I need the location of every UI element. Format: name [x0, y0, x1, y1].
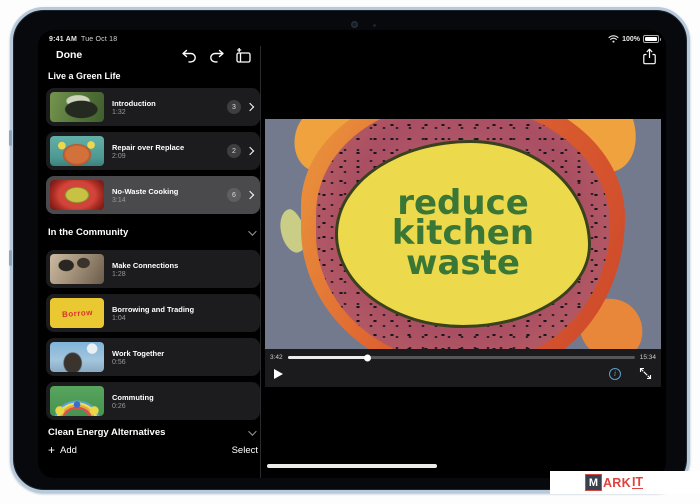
video-meta: Introduction 1:32: [112, 99, 156, 116]
watermark-text-underlined: IT: [632, 476, 643, 490]
overlay-text-line: waste: [406, 249, 520, 279]
video-title: Make Connections: [112, 261, 178, 270]
clip-count-badge: 3: [227, 100, 241, 114]
video-meta: Repair over Replace 2:09: [112, 143, 184, 160]
share-icon[interactable]: [642, 48, 657, 65]
video-duration: 0:26: [112, 403, 154, 410]
section-label: In the Community: [48, 227, 128, 238]
video-title: Work Together: [112, 349, 164, 358]
section-header-in-the-community[interactable]: In the Community: [48, 227, 258, 238]
playback-controls: 3:42 15:34 i: [265, 349, 661, 387]
chevron-down-icon: [248, 227, 256, 235]
video-duration: 2:09: [112, 153, 184, 160]
info-icon[interactable]: i: [609, 368, 621, 380]
video-duration: 1:32: [112, 109, 156, 116]
video-row-introduction[interactable]: Introduction 1:32 3: [46, 88, 260, 126]
playlist-title: Live a Green Life: [48, 71, 121, 81]
sidebar-footer: + Add Select: [48, 445, 258, 456]
clip-count-badge: 2: [227, 144, 241, 158]
button-row: i: [270, 367, 656, 380]
video-frame[interactable]: reduce kitchen waste: [265, 119, 661, 349]
video-meta: No-Waste Cooking 3:14: [112, 187, 178, 204]
watermark: M ARK IT: [550, 471, 700, 494]
add-button-label: Add: [60, 445, 77, 456]
volume-button: [9, 130, 12, 146]
front-camera: [351, 21, 358, 28]
redo-icon[interactable]: [208, 48, 226, 64]
video-title: No-Waste Cooking: [112, 187, 178, 196]
video-row-no-waste-cooking[interactable]: No-Waste Cooking 3:14 6: [46, 176, 260, 214]
play-button[interactable]: [274, 369, 283, 379]
add-button[interactable]: + Add: [48, 445, 77, 456]
total-time: 15:34: [640, 354, 656, 361]
progress-played: [288, 356, 368, 359]
section-header-clean-energy-alternatives[interactable]: Clean Energy Alternatives: [48, 427, 258, 438]
video-row-make-connections[interactable]: Make Connections 1:28: [46, 250, 260, 288]
home-indicator[interactable]: [267, 464, 437, 469]
video-thumbnail: [50, 254, 104, 284]
title-card-blob: reduce kitchen waste: [335, 140, 591, 328]
video-meta: Work Together 0:56: [112, 349, 164, 366]
video-duration: 1:28: [112, 271, 178, 278]
video-row-repair-over-replace[interactable]: Repair over Replace 2:09 2: [46, 132, 260, 170]
sidebar: Done Live a Green Life: [46, 30, 260, 478]
video-duration: 1:04: [112, 315, 194, 322]
main-panel: reduce kitchen waste 3:42: [260, 30, 666, 478]
volume-button: [9, 250, 12, 266]
section-label: Clean Energy Alternatives: [48, 427, 165, 438]
right-controls: i: [609, 367, 652, 380]
video-meta: Make Connections 1:28: [112, 261, 178, 278]
add-clip-icon[interactable]: [234, 48, 252, 64]
done-button[interactable]: Done: [56, 49, 82, 61]
fullscreen-icon[interactable]: [639, 367, 652, 380]
video-title: Introduction: [112, 99, 156, 108]
chevron-right-icon: [246, 103, 254, 111]
progress-bar[interactable]: [288, 356, 635, 359]
thumbnail-text: Borrow: [61, 307, 93, 318]
select-button[interactable]: Select: [232, 445, 258, 456]
watermark-logo-m: M: [585, 474, 602, 491]
chevron-down-icon: [248, 427, 256, 435]
clip-count-badge: 6: [227, 188, 241, 202]
video-player: reduce kitchen waste 3:42: [265, 119, 661, 387]
video-title: Borrowing and Trading: [112, 305, 194, 314]
video-row-borrowing-and-trading[interactable]: Borrow Borrowing and Trading 1:04: [46, 294, 260, 332]
video-thumbnail: [50, 136, 104, 166]
video-duration: 3:14: [112, 197, 178, 204]
undo-icon[interactable]: [180, 48, 198, 64]
video-meta: Borrowing and Trading 1:04: [112, 305, 194, 322]
scrub-row: 3:42 15:34: [270, 354, 656, 361]
ipad-device-frame: 9:41 AMTue Oct 18 100% Done: [10, 7, 690, 493]
camera-sensor: [373, 24, 376, 27]
video-meta: Commuting 0:26: [112, 393, 154, 410]
chevron-right-icon: [246, 147, 254, 155]
video-title: Repair over Replace: [112, 143, 184, 152]
elapsed-time: 3:42: [270, 354, 283, 361]
video-thumbnail: Borrow: [50, 298, 104, 328]
video-thumbnail: [50, 92, 104, 122]
video-row-work-together[interactable]: Work Together 0:56: [46, 338, 260, 376]
app-screen: 9:41 AMTue Oct 18 100% Done: [38, 30, 666, 478]
page: 9:41 AMTue Oct 18 100% Done: [0, 0, 700, 504]
watermark-text: ARK: [603, 476, 631, 490]
video-thumbnail: [50, 180, 104, 210]
video-thumbnail: [50, 386, 104, 416]
video-title: Commuting: [112, 393, 154, 402]
video-row-commuting[interactable]: Commuting 0:26: [46, 382, 260, 420]
plus-icon: +: [48, 446, 55, 455]
video-duration: 0:56: [112, 359, 164, 366]
video-thumbnail: [50, 342, 104, 372]
scrubber-handle[interactable]: [364, 354, 371, 361]
chevron-right-icon: [246, 191, 254, 199]
